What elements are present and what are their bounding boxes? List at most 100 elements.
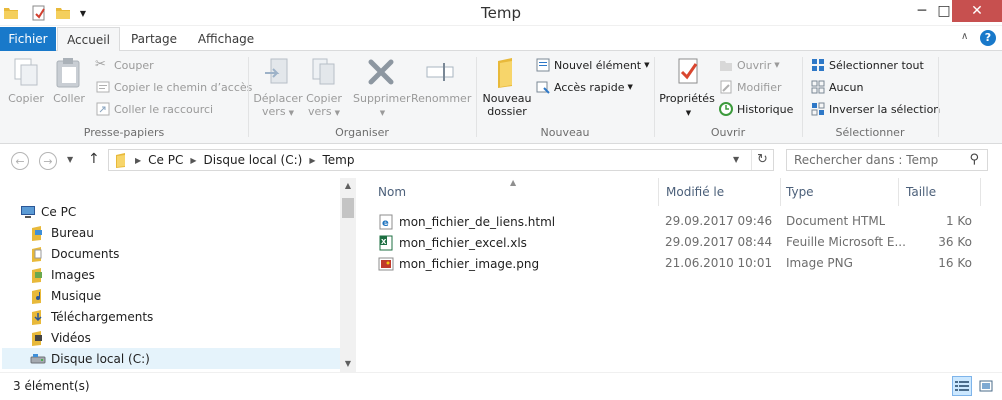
file-type: Feuille Microsoft E... <box>786 235 906 249</box>
file-name: mon_fichier_excel.xls <box>399 236 527 250</box>
scroll-up-icon[interactable]: ▲ <box>340 178 356 194</box>
file-type: Document HTML <box>786 214 886 228</box>
documents-folder-icon <box>32 246 42 262</box>
properties-quick-icon[interactable] <box>30 4 48 22</box>
nav-pane-scrollbar[interactable]: ▲ ▼ <box>340 178 356 372</box>
details-view-icon[interactable] <box>952 376 972 396</box>
new-item-button[interactable]: Nouvel élément ▼ <box>535 55 650 75</box>
column-header-name[interactable]: Nom <box>372 178 658 206</box>
videos-folder-icon <box>32 330 42 346</box>
image-file-icon <box>378 257 394 271</box>
open-button[interactable]: Ouvrir ▼ <box>718 55 780 75</box>
help-icon[interactable]: ? <box>980 30 996 46</box>
large-icons-view-icon[interactable] <box>976 376 996 396</box>
tab-share[interactable]: Partage <box>124 27 184 51</box>
item-count: 3 élément(s) <box>13 379 90 393</box>
column-divider[interactable] <box>658 178 659 206</box>
search-icon[interactable]: ⚲ <box>969 152 979 167</box>
history-button[interactable]: Historique <box>718 99 793 119</box>
group-divider <box>938 57 939 137</box>
column-header-type[interactable]: Type <box>780 178 898 206</box>
address-dropdown-icon[interactable]: ▼ <box>733 155 739 164</box>
tree-item-music[interactable]: Musique <box>30 285 101 306</box>
forward-arrow-icon[interactable]: → <box>39 152 57 170</box>
folder-app-icon[interactable] <box>2 4 20 22</box>
maximize-icon[interactable]: □ <box>936 0 952 22</box>
column-header-size[interactable]: Taille <box>900 178 980 206</box>
excel-file-icon: X <box>379 235 393 251</box>
chevron-right-icon[interactable]: ▶ <box>135 156 141 165</box>
tab-view[interactable]: Affichage <box>192 27 260 51</box>
select-all-icon <box>812 59 824 71</box>
search-input[interactable]: Rechercher dans : Temp ⚲ <box>786 149 988 171</box>
tree-item-downloads[interactable]: Téléchargements <box>30 306 153 327</box>
chevron-right-icon[interactable]: ▶ <box>309 156 315 165</box>
up-arrow-icon[interactable]: ↑ <box>88 151 100 167</box>
paste-shortcut-button[interactable]: Coller le raccourci <box>95 99 213 119</box>
breadcrumb-local-disk[interactable]: Disque local (C:) <box>204 153 303 167</box>
paste-shortcut-icon <box>96 102 110 116</box>
file-row[interactable]: X mon_fichier_excel.xls 29.09.2017 08:44… <box>374 232 980 253</box>
tab-home[interactable]: Accueil <box>57 27 120 52</box>
easy-access-button[interactable]: Accès rapide ▼ <box>535 77 633 97</box>
navigation-pane: Ce PC Bureau Documents Images Musique Té… <box>0 178 356 372</box>
status-bar: 3 élément(s) <box>0 372 1002 400</box>
recent-locations-icon[interactable]: ▼ <box>67 155 73 164</box>
select-all-button[interactable]: Sélectionner tout <box>810 55 924 75</box>
tree-item-pictures[interactable]: Images <box>30 264 95 285</box>
search-placeholder: Rechercher dans : Temp <box>794 153 939 167</box>
copy-to-button[interactable]: Copier vers ▼ <box>303 55 345 120</box>
tree-item-desktop[interactable]: Bureau <box>30 222 94 243</box>
open-icon <box>720 61 732 71</box>
edit-button[interactable]: Modifier <box>718 77 781 97</box>
tree-item-this-pc[interactable]: Ce PC <box>20 201 76 222</box>
properties-button[interactable]: Propriétés ▼ <box>658 55 716 120</box>
rename-icon <box>426 63 454 81</box>
cut-button[interactable]: ✂ Couper <box>95 55 154 75</box>
move-to-button[interactable]: Déplacer vers ▼ <box>253 55 303 120</box>
minimize-icon[interactable]: ─ <box>908 0 936 22</box>
column-divider[interactable] <box>898 178 899 206</box>
rename-button[interactable]: Renommer <box>411 55 471 105</box>
computer-icon <box>21 205 35 218</box>
close-icon[interactable]: ✕ <box>952 0 1002 22</box>
delete-button[interactable]: Supprimer ▼ <box>353 55 411 120</box>
navigation-bar: ← → ▼ ↑ ▶ Ce PC ▶ Disque local (C:) ▶ Te… <box>0 144 1002 178</box>
html-file-icon: e <box>379 214 393 230</box>
customize-toolbar-icon[interactable]: ▼ <box>74 4 92 22</box>
chevron-right-icon[interactable]: ▶ <box>190 156 196 165</box>
paste-button[interactable]: Coller <box>50 55 88 105</box>
group-divider <box>654 57 655 137</box>
scrollbar-thumb[interactable] <box>342 198 354 218</box>
file-type: Image PNG <box>786 256 853 270</box>
copy-path-button[interactable]: Copier le chemin d’accès <box>95 77 252 97</box>
new-folder-button[interactable]: Nouveau dossier <box>480 55 534 118</box>
new-folder-quick-icon[interactable] <box>54 4 72 22</box>
svg-text:e: e <box>382 218 389 229</box>
file-list: ▲ Nom Modifié le Type Taille e mon_fichi… <box>356 178 1002 372</box>
column-header-modified[interactable]: Modifié le <box>660 178 780 206</box>
group-label-clipboard: Presse-papiers <box>83 126 165 139</box>
address-bar[interactable]: ▶ Ce PC ▶ Disque local (C:) ▶ Temp ▼ ↻ <box>108 149 774 171</box>
select-none-button[interactable]: Aucun <box>810 77 864 97</box>
group-divider <box>476 57 477 137</box>
file-row[interactable]: mon_fichier_image.png 21.06.2010 10:01 I… <box>374 253 980 274</box>
group-label-select: Sélectionner <box>835 126 905 139</box>
breadcrumb-this-pc[interactable]: Ce PC <box>148 153 183 167</box>
copy-button[interactable]: Copier <box>6 55 46 105</box>
back-arrow-icon[interactable]: ← <box>11 152 29 170</box>
tab-file[interactable]: Fichier <box>0 27 56 51</box>
refresh-icon[interactable]: ↻ <box>751 150 773 170</box>
file-row[interactable]: e mon_fichier_de_liens.html 29.09.2017 0… <box>374 211 980 232</box>
drive-icon <box>30 353 46 363</box>
tree-item-videos[interactable]: Vidéos <box>30 327 91 348</box>
breadcrumb-temp[interactable]: Temp <box>322 153 354 167</box>
tree-item-local-disk[interactable]: Disque local (C:) <box>2 348 340 369</box>
scroll-down-icon[interactable]: ▼ <box>340 356 356 372</box>
tree-item-documents[interactable]: Documents <box>30 243 119 264</box>
collapse-ribbon-icon[interactable]: ∧ <box>961 31 968 42</box>
invert-selection-button[interactable]: Inverser la sélection <box>810 99 940 119</box>
folder-icon <box>116 153 125 168</box>
title-bar: ▼ Temp ─ □ ✕ <box>0 0 1002 26</box>
column-divider[interactable] <box>980 178 981 206</box>
